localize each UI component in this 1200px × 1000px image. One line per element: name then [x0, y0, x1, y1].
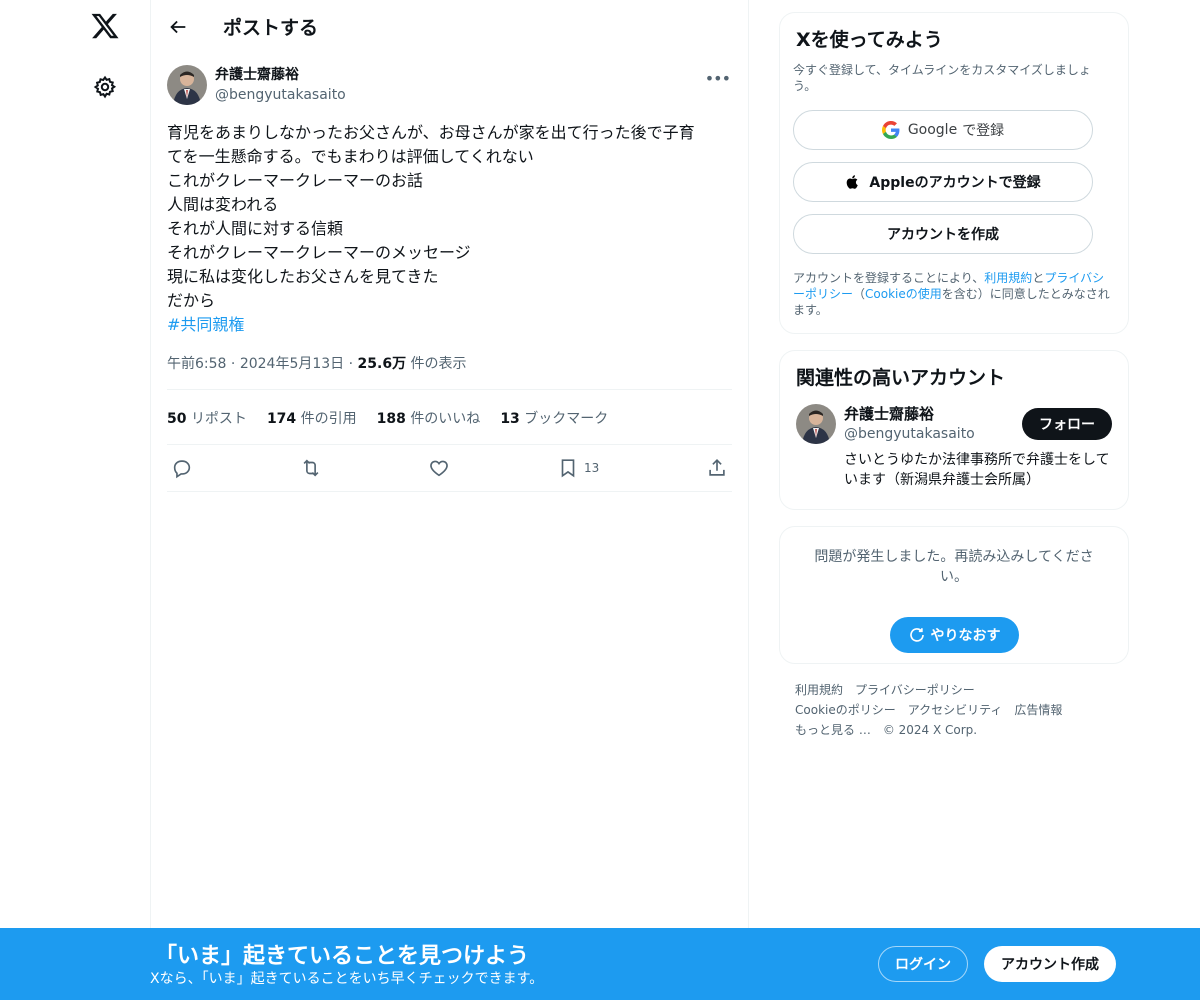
related-accounts-card: 関連性の高いアカウント 弁護士齋藤裕 @bengyutakasaito さいとう…: [779, 350, 1129, 510]
stat-count: 13: [500, 411, 520, 427]
heart-icon: [430, 460, 449, 477]
stat-likes[interactable]: 188 件のいいね: [377, 408, 481, 428]
related-account[interactable]: 弁護士齋藤裕 @bengyutakasaito さいとうゆたか法律事務所で弁護士…: [796, 404, 1112, 490]
author-info: 弁護士齋藤裕 @bengyutakasaito: [215, 65, 346, 105]
bookmark-count: 13: [584, 461, 600, 475]
like-button[interactable]: [428, 457, 450, 479]
cookie-link[interactable]: Cookieの使用: [865, 287, 942, 301]
right-sidebar: Xを使ってみよう 今すぐ登録して、タイムラインをカスタマイズしましょう。 Goo…: [779, 12, 1129, 740]
post-date[interactable]: 2024年5月13日: [240, 356, 344, 372]
stat-label: 件の引用: [300, 411, 357, 427]
create-account-button[interactable]: アカウントを作成: [793, 214, 1093, 254]
stat-quotes[interactable]: 174 件の引用: [267, 408, 357, 428]
footer-privacy-link[interactable]: プライバシーポリシー: [855, 680, 975, 700]
bottom-signup-button[interactable]: アカウント作成: [984, 946, 1116, 982]
post-meta: 午前6:58 · 2024年5月13日 · 25.6万 件の表示: [167, 353, 732, 390]
meta-separator: ·: [348, 356, 358, 372]
author-handle[interactable]: @bengyutakasaito: [215, 85, 346, 105]
stat-count: 188: [376, 411, 406, 427]
signup-subtitle: 今すぐ登録して、タイムラインをカスタマイズしましょう。: [793, 63, 1091, 93]
bottom-bar-title: 「いま」起きていることを見つけよう: [155, 944, 530, 969]
share-button[interactable]: [706, 457, 728, 479]
footer-more-link[interactable]: もっと見る …: [795, 720, 871, 740]
related-bio: さいとうゆたか法律事務所で弁護士をしています（新潟県弁護士会所属）: [844, 452, 1110, 488]
legal-paren: （: [853, 287, 866, 301]
bottom-signup-bar: 「いま」起きていることを見つけよう Xなら、「いま」起きていることをいち早くチェ…: [0, 928, 1200, 1000]
legal-and: と: [1032, 271, 1045, 285]
signup-title: Xを使ってみよう: [796, 29, 943, 51]
reply-icon: [173, 460, 191, 479]
share-icon: [709, 459, 725, 476]
google-icon: [881, 121, 900, 139]
more-icon[interactable]: •••: [705, 69, 731, 88]
hashtag-link[interactable]: #共同親権: [167, 313, 244, 337]
stat-count: 50: [167, 411, 187, 427]
retry-label: やりなおす: [930, 628, 1001, 644]
terms-link[interactable]: 利用規約: [984, 271, 1032, 285]
avatar[interactable]: [167, 65, 207, 105]
google-signup-button[interactable]: Google で登録: [793, 110, 1093, 150]
reply-button[interactable]: [171, 457, 193, 479]
post-actions: 13: [167, 445, 732, 492]
stat-label: ブックマーク: [524, 411, 609, 427]
login-button[interactable]: ログイン: [878, 946, 968, 982]
apple-signup-button[interactable]: Appleのアカウントで登録: [793, 162, 1093, 202]
meta-separator: ·: [230, 356, 240, 372]
retry-button[interactable]: やりなおす: [889, 617, 1019, 653]
stat-label: リポスト: [190, 411, 247, 427]
footer-accessibility-link[interactable]: アクセシビリティ: [908, 700, 1003, 720]
gear-icon[interactable]: [93, 75, 117, 99]
related-title: 関連性の高いアカウント: [796, 367, 1006, 389]
apple-signup-label: Appleのアカウントで登録: [869, 175, 1041, 191]
x-logo-icon[interactable]: [90, 11, 120, 41]
bookmark-button[interactable]: 13: [557, 457, 599, 479]
signup-card: Xを使ってみよう 今すぐ登録して、タイムラインをカスタマイズしましょう。 Goo…: [779, 12, 1129, 334]
post-text: 育児をあまりしなかったお父さんが、お母さんが家を出て行った後で子育 てを一生懸命…: [167, 123, 695, 310]
stat-bookmarks[interactable]: 13 ブックマーク: [500, 408, 608, 428]
stat-count: 174: [266, 411, 297, 427]
stat-reposts[interactable]: 50 リポスト: [167, 408, 247, 428]
post-time[interactable]: 午前6:58: [167, 356, 226, 372]
main-column: ポストする 弁護士齋藤裕 @bengyutakasaito ••• 育児をあまり…: [150, 0, 749, 1000]
stat-label: 件のいいね: [410, 411, 481, 427]
footer-terms-link[interactable]: 利用規約: [795, 680, 843, 700]
refresh-icon: [909, 628, 924, 642]
google-brand: Google: [907, 122, 958, 138]
left-nav: [0, 0, 150, 1000]
repost-icon: [303, 459, 319, 477]
error-card: 問題が発生しました。再読み込みしてください。 やりなおす: [779, 526, 1129, 664]
footer-links: 利用規約 プライバシーポリシー Cookieのポリシー アクセシビリティ 広告情報 も…: [779, 680, 1129, 740]
post-stats: 50 リポスト 174 件の引用 188 件のいいね 13 ブックマーク: [167, 390, 732, 445]
page-header: ポストする: [151, 0, 748, 53]
bookmark-icon: [561, 459, 575, 478]
legal-prefix: アカウントを登録することにより、: [793, 271, 985, 285]
footer-copyright: © 2024 X Corp.: [882, 723, 978, 737]
author-name[interactable]: 弁護士齋藤裕: [215, 65, 346, 85]
error-message: 問題が発生しました。再読み込みしてください。: [814, 549, 1094, 585]
views-label: 件の表示: [410, 356, 467, 372]
signup-legal: アカウントを登録することにより、利用規約とプライバシーポリシー（Cookieの使…: [793, 270, 1112, 318]
create-account-label: アカウントを作成: [887, 227, 999, 243]
avatar[interactable]: [796, 404, 836, 444]
repost-button[interactable]: [300, 457, 322, 479]
post: 弁護士齋藤裕 @bengyutakasaito ••• 育児をあまりしなかったお…: [151, 53, 748, 492]
post-author: 弁護士齋藤裕 @bengyutakasaito •••: [167, 65, 732, 105]
apple-icon: [847, 175, 859, 189]
page-title: ポストする: [223, 17, 319, 39]
footer-cookie-link[interactable]: Cookieのポリシー: [795, 700, 896, 720]
arrow-left-icon[interactable]: [167, 16, 189, 38]
follow-button[interactable]: フォロー: [1022, 408, 1112, 440]
footer-ads-link[interactable]: 広告情報: [1014, 700, 1062, 720]
google-signup-label: で登録: [962, 123, 1005, 139]
bottom-bar-subtitle: Xなら、「いま」起きていることをいち早くチェックできます。: [150, 971, 544, 987]
views-count: 25.6万: [357, 356, 407, 372]
